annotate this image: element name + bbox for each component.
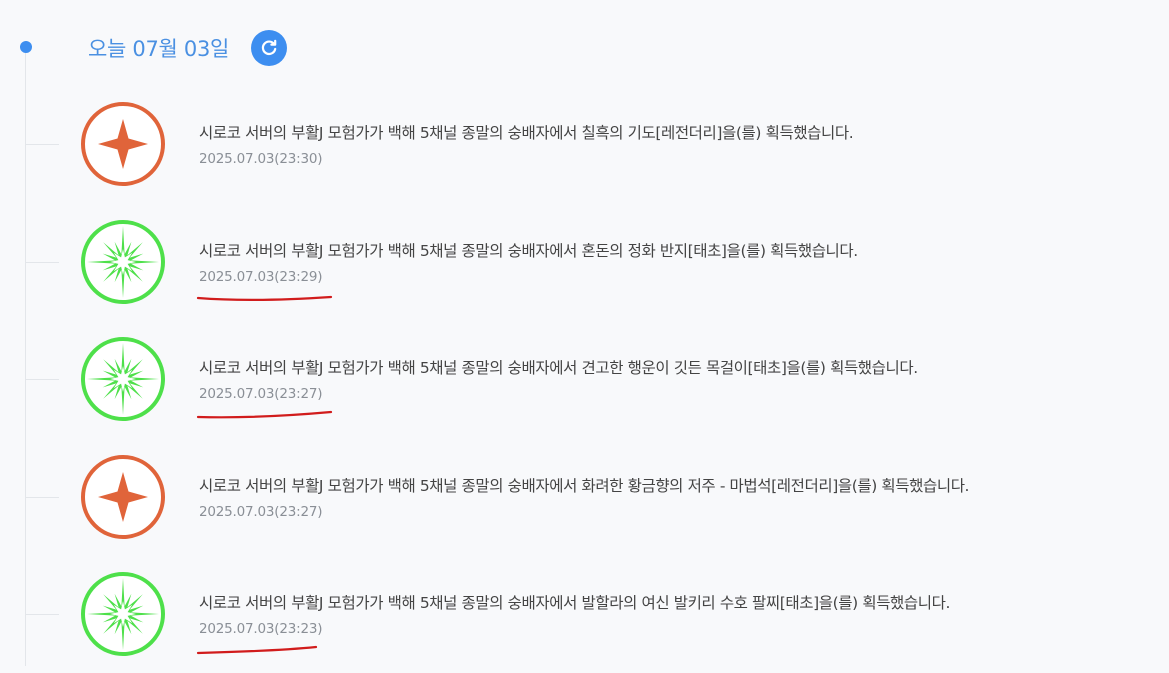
red-underline-mark	[196, 643, 336, 662]
primeval-icon	[81, 220, 165, 304]
timeline-tick	[25, 497, 59, 498]
feed-item: 시로코 서버의 부활J 모험가가 백해 5채널 종말의 숭배자에서 칠흑의 기도…	[0, 85, 1169, 203]
primeval-icon	[81, 337, 165, 421]
legendary-icon	[81, 102, 165, 186]
feed-item: 시로코 서버의 부활J 모험가가 백해 5채널 종말의 숭배자에서 혼돈의 정화…	[0, 203, 1169, 321]
drop-feed: 시로코 서버의 부활J 모험가가 백해 5채널 종말의 숭배자에서 칠흑의 기도…	[0, 0, 1169, 666]
feed-timestamp: 2025.07.03(23:27)	[199, 504, 323, 520]
timeline-tick	[25, 144, 59, 145]
feed-timestamp: 2025.07.03(23:29)	[199, 269, 323, 285]
feed-timestamp: 2025.07.03(23:27)	[199, 386, 323, 402]
timeline-tick	[25, 262, 59, 263]
timeline-tick	[25, 614, 59, 615]
primeval-icon	[81, 572, 165, 656]
feed-timestamp: 2025.07.03(23:30)	[199, 151, 323, 167]
feed-item: 시로코 서버의 부활J 모험가가 백해 5채널 종말의 숭배자에서 화려한 황금…	[0, 438, 1169, 556]
feed-message: 시로코 서버의 부활J 모험가가 백해 5채널 종말의 숭배자에서 발할라의 여…	[199, 594, 951, 612]
feed-timestamp: 2025.07.03(23:23)	[199, 621, 323, 637]
legendary-icon	[81, 455, 165, 539]
red-underline-mark	[196, 408, 336, 427]
timeline-tick	[25, 379, 59, 380]
feed-message: 시로코 서버의 부활J 모험가가 백해 5채널 종말의 숭배자에서 화려한 황금…	[199, 477, 970, 495]
red-underline-mark	[196, 291, 336, 310]
feed-message: 시로코 서버의 부활J 모험가가 백해 5채널 종말의 숭배자에서 칠흑의 기도…	[199, 124, 854, 142]
feed-message: 시로코 서버의 부활J 모험가가 백해 5채널 종말의 숭배자에서 혼돈의 정화…	[199, 242, 858, 260]
feed-item: 시로코 서버의 부활J 모험가가 백해 5채널 종말의 숭배자에서 발할라의 여…	[0, 555, 1169, 673]
feed-message: 시로코 서버의 부활J 모험가가 백해 5채널 종말의 숭배자에서 견고한 행운…	[199, 359, 918, 377]
feed-item: 시로코 서버의 부활J 모험가가 백해 5채널 종말의 숭배자에서 견고한 행운…	[0, 320, 1169, 438]
